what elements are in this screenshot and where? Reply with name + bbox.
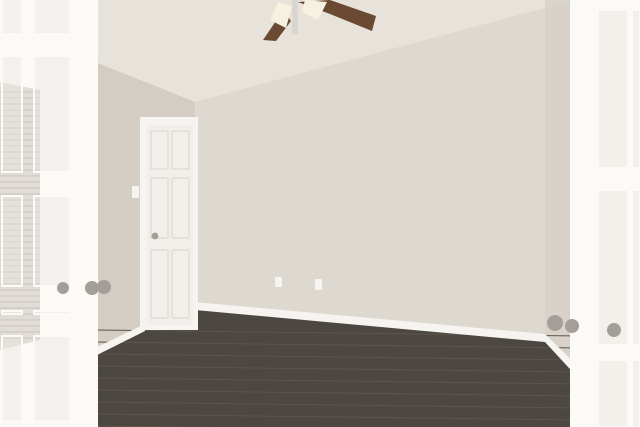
glass-pane — [1, 195, 23, 287]
door-knob-icon[interactable] — [565, 319, 579, 333]
glass-pane — [1, 335, 23, 422]
glass-pane — [1, 0, 23, 35]
glass-pane — [1, 310, 23, 315]
glass-pane — [33, 195, 71, 287]
light-switch-icon[interactable] — [132, 186, 139, 198]
outlet-icon — [315, 279, 322, 290]
room-illustration — [0, 0, 640, 427]
door-glass-panes — [597, 9, 640, 427]
door-knob-icon[interactable] — [97, 280, 111, 294]
door-knob-icon[interactable] — [547, 315, 563, 331]
door-knob-icon[interactable] — [57, 282, 69, 294]
glass-pane — [33, 310, 71, 315]
door-stile — [570, 0, 592, 427]
glass-pane — [597, 359, 629, 427]
glass-pane — [597, 189, 629, 346]
door-knob-icon[interactable] — [151, 232, 159, 240]
glass-pane — [631, 359, 640, 427]
glass-pane — [33, 55, 71, 173]
door-knob-icon[interactable] — [85, 281, 99, 295]
glass-pane — [33, 0, 71, 35]
glass-pane — [33, 335, 71, 422]
glass-pane — [631, 9, 640, 169]
interior-door[interactable] — [147, 125, 193, 325]
door-stile — [76, 0, 98, 427]
french-door-left[interactable] — [0, 0, 111, 427]
glass-pane — [631, 189, 640, 346]
outlet-icon — [275, 277, 282, 287]
glass-pane — [597, 9, 629, 169]
door-knob-icon[interactable] — [607, 323, 621, 337]
room-photo — [0, 0, 640, 427]
glass-pane — [1, 55, 23, 173]
door-glass-panes — [1, 0, 71, 422]
